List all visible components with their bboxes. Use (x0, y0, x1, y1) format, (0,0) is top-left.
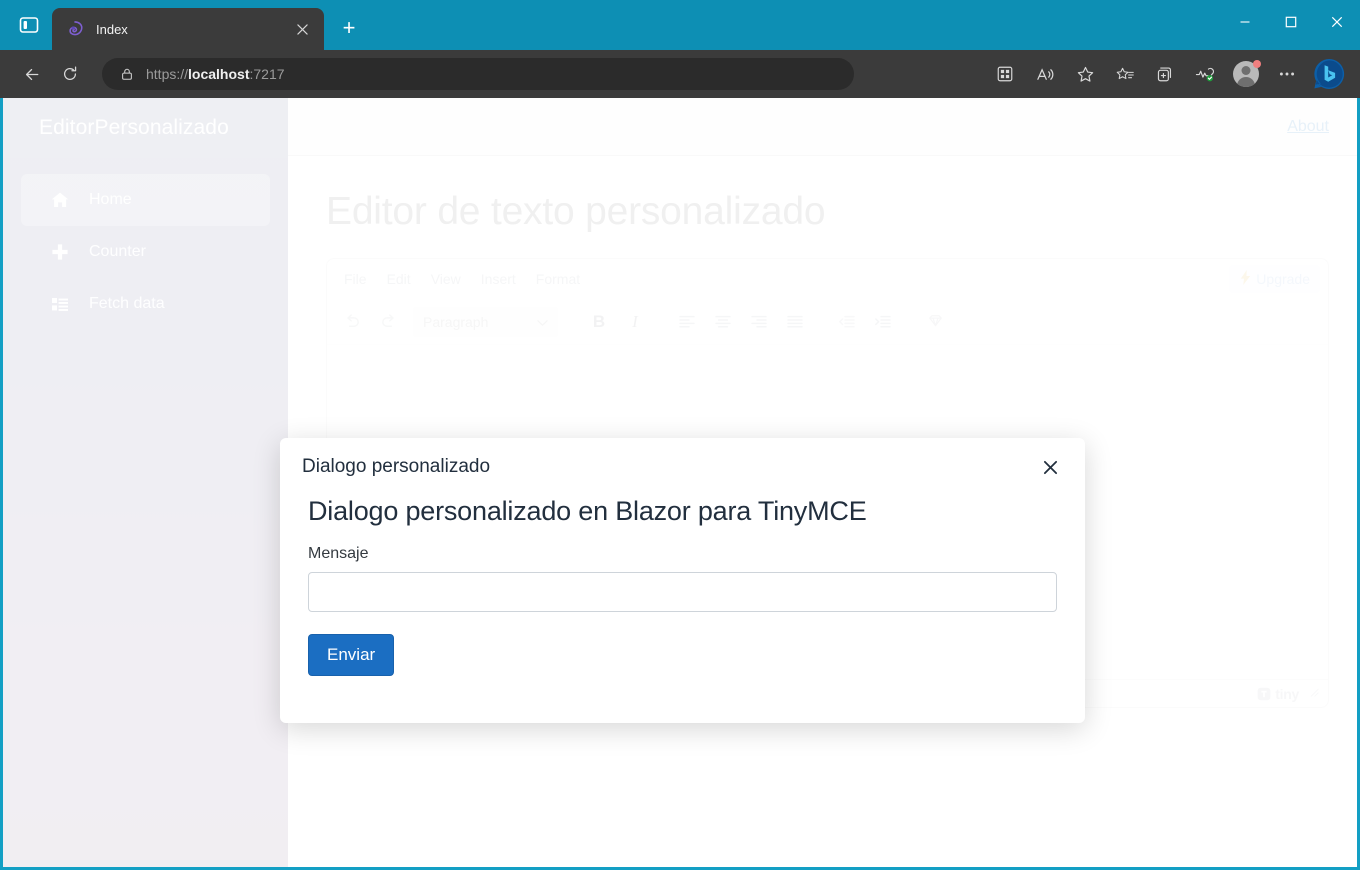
address-bar[interactable]: https://localhost:7217 (102, 58, 854, 90)
new-tab-button[interactable]: + (332, 11, 366, 45)
collections-icon[interactable] (1146, 57, 1184, 91)
avatar[interactable] (1226, 57, 1266, 91)
url-host: localhost (188, 66, 250, 82)
window-controls (1222, 0, 1360, 44)
bing-copilot-icon[interactable] (1308, 55, 1350, 93)
sidebar-panel-icon[interactable] (6, 3, 52, 47)
dialog-title: Dialogo personalizado (302, 456, 491, 477)
favorite-star-icon[interactable] (1066, 57, 1104, 91)
url-port: :7217 (249, 66, 285, 82)
dialog-body: Dialogo personalizado en Blazor para Tin… (280, 496, 1085, 723)
tab-strip: Index + (0, 0, 1360, 50)
browser-action-icons (986, 55, 1350, 93)
minimize-button[interactable] (1222, 0, 1268, 44)
page-viewport: EditorPersonalizado Home Counter (0, 98, 1360, 870)
close-icon[interactable] (290, 17, 314, 41)
favorites-list-icon[interactable] (1106, 57, 1144, 91)
read-aloud-icon[interactable] (1026, 57, 1064, 91)
split-screen-icon[interactable] (986, 57, 1024, 91)
browser-tab[interactable]: Index (52, 8, 324, 50)
lock-icon (114, 67, 140, 81)
reload-icon[interactable] (52, 57, 88, 91)
back-arrow-icon[interactable] (14, 57, 50, 91)
avatar-notification-dot (1253, 60, 1261, 68)
submit-button[interactable]: Enviar (308, 634, 395, 676)
message-input[interactable] (308, 572, 1057, 612)
tab-title: Index (96, 21, 128, 37)
more-ellipsis-icon[interactable] (1268, 57, 1306, 91)
browser-window: Index + https://localhost:7217 Dialogo p… (0, 0, 1360, 870)
dialog-heading: Dialogo personalizado en Blazor para Tin… (308, 496, 867, 526)
dialog-header: Dialogo personalizado (280, 438, 1085, 496)
custom-dialog: Dialogo personalizado Dialogo personaliz… (280, 438, 1085, 723)
close-icon[interactable] (1037, 454, 1063, 480)
url-text: https://localhost:7217 (146, 66, 285, 82)
url-scheme: https:// (146, 66, 189, 82)
close-window-button[interactable] (1314, 0, 1360, 44)
maximize-button[interactable] (1268, 0, 1314, 44)
browser-navigation-bar: https://localhost:7217 (0, 50, 1360, 98)
blazor-logo-icon (66, 20, 84, 38)
message-field-label: Mensaje (308, 545, 369, 562)
browser-essentials-icon[interactable] (1186, 57, 1224, 91)
